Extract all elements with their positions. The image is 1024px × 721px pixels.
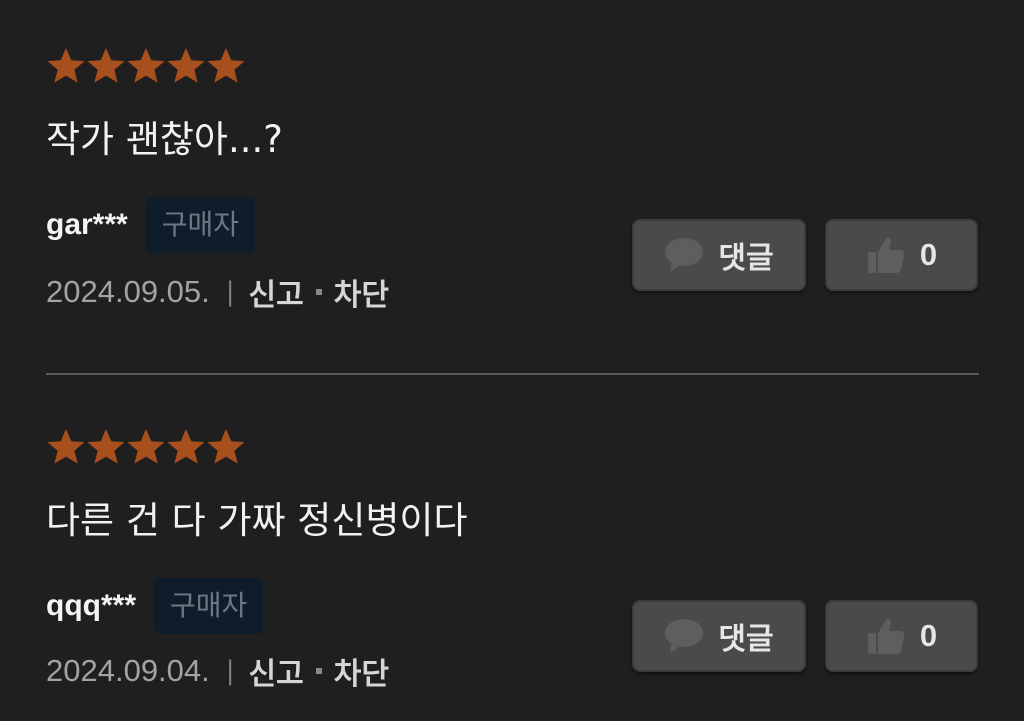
star-icon: [166, 46, 206, 86]
like-button[interactable]: 0: [825, 219, 978, 291]
buyer-badge: 구매자: [154, 578, 264, 634]
comment-button[interactable]: 댓글: [632, 219, 806, 291]
comment-label: 댓글: [718, 622, 774, 657]
star-icon: [166, 427, 206, 467]
like-count: 0: [919, 618, 938, 653]
username: gar***: [46, 208, 128, 241]
review-date: 2024.09.05.: [46, 274, 210, 309]
review-author: gar*** 구매자: [46, 197, 255, 253]
review-author: qqq*** 구매자: [46, 578, 264, 634]
like-button[interactable]: 0: [825, 600, 978, 672]
comment-button[interactable]: 댓글: [632, 600, 806, 672]
thumbs-up-icon: [866, 235, 906, 275]
star-rating: [46, 46, 246, 86]
review-meta: 2024.09.05. | 신고 차단: [46, 270, 389, 314]
star-icon: [206, 427, 246, 467]
star-icon: [46, 427, 86, 467]
review-text: 작가 괜찮아...?: [46, 118, 283, 161]
speech-bubble-icon: [664, 237, 704, 273]
review-meta: 2024.09.04. | 신고 차단: [46, 649, 389, 693]
dot-separator: [315, 668, 322, 674]
star-icon: [46, 46, 86, 86]
star-rating: [46, 427, 246, 467]
review-item: 작가 괜찮아...? gar*** 구매자 2024.09.05. | 신고 차…: [0, 0, 1024, 330]
thumbs-up-icon: [866, 616, 906, 656]
meta-separator: |: [225, 277, 235, 307]
buyer-badge: 구매자: [145, 197, 255, 253]
star-icon: [206, 46, 246, 86]
meta-separator: |: [225, 656, 235, 686]
review-text: 다른 건 다 가짜 정신병이다: [46, 499, 468, 542]
report-link[interactable]: 신고: [249, 649, 304, 693]
star-icon: [126, 46, 166, 86]
block-link[interactable]: 차단: [334, 649, 389, 693]
star-icon: [126, 427, 166, 467]
star-icon: [86, 46, 126, 86]
username: qqq***: [46, 589, 136, 622]
review-date: 2024.09.04.: [46, 653, 210, 688]
review-divider: [46, 373, 979, 375]
speech-bubble-icon: [664, 618, 704, 654]
star-icon: [86, 427, 126, 467]
like-count: 0: [919, 237, 938, 272]
comment-label: 댓글: [718, 241, 774, 276]
block-link[interactable]: 차단: [334, 270, 389, 314]
report-link[interactable]: 신고: [249, 270, 304, 314]
dot-separator: [315, 289, 322, 295]
review-item: 다른 건 다 가짜 정신병이다 qqq*** 구매자 2024.09.04. |…: [0, 381, 1024, 711]
